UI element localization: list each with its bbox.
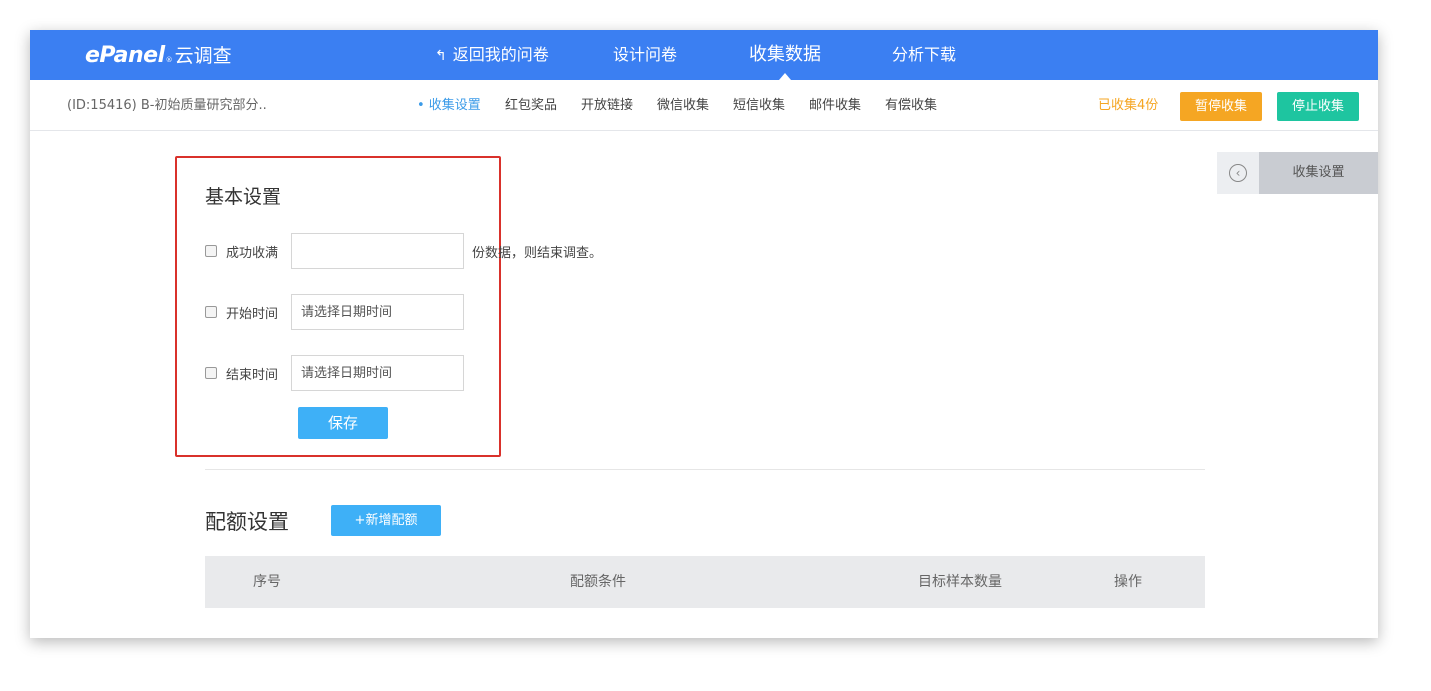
nav-analyze-download[interactable]: 分析下载 xyxy=(892,30,956,80)
subnav-open-link[interactable]: 开放链接 xyxy=(581,80,633,131)
app-window: ePanel ® 云调查 ↰ 返回我的问卷 设计问卷 收集数据 分析下载 (ID:… xyxy=(30,30,1378,638)
nav-collect-data[interactable]: 收集数据 xyxy=(749,30,821,80)
logo-cn-text: 云调查 xyxy=(174,45,232,67)
save-button[interactable]: 保存 xyxy=(298,407,388,439)
end-time-row: 结束时间 xyxy=(205,355,464,391)
start-time-input[interactable] xyxy=(291,294,464,330)
back-arrow-icon: ↰ xyxy=(435,48,447,64)
add-quota-button[interactable]: +新增配额 xyxy=(331,505,441,536)
quota-limit-input[interactable] xyxy=(291,233,464,269)
start-time-row: 开始时间 xyxy=(205,294,464,330)
subnav-wechat[interactable]: 微信收集 xyxy=(657,80,709,131)
column-actions: 操作 xyxy=(1114,574,1142,590)
collected-count: 已收集4份 xyxy=(1098,98,1159,113)
top-nav-bar: ePanel ® 云调查 ↰ 返回我的问卷 设计问卷 收集数据 分析下载 xyxy=(30,30,1378,80)
quota-limit-row: 成功收满 份数据，则结束调查。 xyxy=(205,233,602,269)
quota-table-header: 序号 配额条件 目标样本数量 操作 xyxy=(205,556,1205,608)
start-time-checkbox[interactable] xyxy=(205,306,217,318)
side-panel-label[interactable]: 收集设置 xyxy=(1259,152,1378,194)
stop-collection-button[interactable]: 停止收集 xyxy=(1277,92,1359,121)
sub-nav-bar: (ID:15416) B-初始质量研究部分.. • 收集设置 红包奖品 开放链接… xyxy=(30,80,1378,131)
nav-label: 返回我的问卷 xyxy=(452,45,549,64)
logo-text: ePanel xyxy=(85,43,165,68)
section-divider xyxy=(205,469,1205,470)
side-panel: ‹ 收集设置 xyxy=(1217,152,1378,194)
nav-back-to-my-surveys[interactable]: ↰ 返回我的问卷 xyxy=(435,30,549,80)
nav-label: 分析下载 xyxy=(892,45,957,64)
nav-design-survey[interactable]: 设计问卷 xyxy=(613,30,677,80)
subnav-collect-settings[interactable]: • 收集设置 xyxy=(417,80,481,131)
side-panel-toggle[interactable]: ‹ xyxy=(1217,152,1259,194)
quota-limit-suffix: 份数据，则结束调查。 xyxy=(472,245,603,261)
subnav-email[interactable]: 邮件收集 xyxy=(809,80,861,131)
quota-settings-title: 配额设置 xyxy=(205,510,289,534)
subnav-paid[interactable]: 有偿收集 xyxy=(885,80,937,131)
column-index: 序号 xyxy=(253,574,281,590)
brand-logo[interactable]: ePanel ® 云调查 xyxy=(85,41,232,69)
column-target-sample: 目标样本数量 xyxy=(918,574,1002,590)
chevron-left-circle-icon: ‹ xyxy=(1229,164,1247,182)
end-time-checkbox[interactable] xyxy=(205,367,217,379)
subnav-red-packet[interactable]: 红包奖品 xyxy=(505,80,557,131)
quota-limit-label: 成功收满 xyxy=(226,245,279,261)
nav-label: 设计问卷 xyxy=(613,45,678,64)
start-time-label: 开始时间 xyxy=(226,306,279,322)
subnav-sms[interactable]: 短信收集 xyxy=(733,80,785,131)
survey-id-title: (ID:15416) B-初始质量研究部分.. xyxy=(67,98,267,113)
quota-limit-checkbox[interactable] xyxy=(205,245,217,257)
active-caret-icon xyxy=(779,73,791,80)
pause-collection-button[interactable]: 暂停收集 xyxy=(1180,92,1262,121)
registered-mark: ® xyxy=(165,56,173,64)
nav-label: 收集数据 xyxy=(749,44,821,65)
end-time-label: 结束时间 xyxy=(226,367,279,383)
basic-settings-title: 基本设置 xyxy=(205,186,282,208)
end-time-input[interactable] xyxy=(291,355,464,391)
column-quota-condition: 配额条件 xyxy=(570,574,626,590)
